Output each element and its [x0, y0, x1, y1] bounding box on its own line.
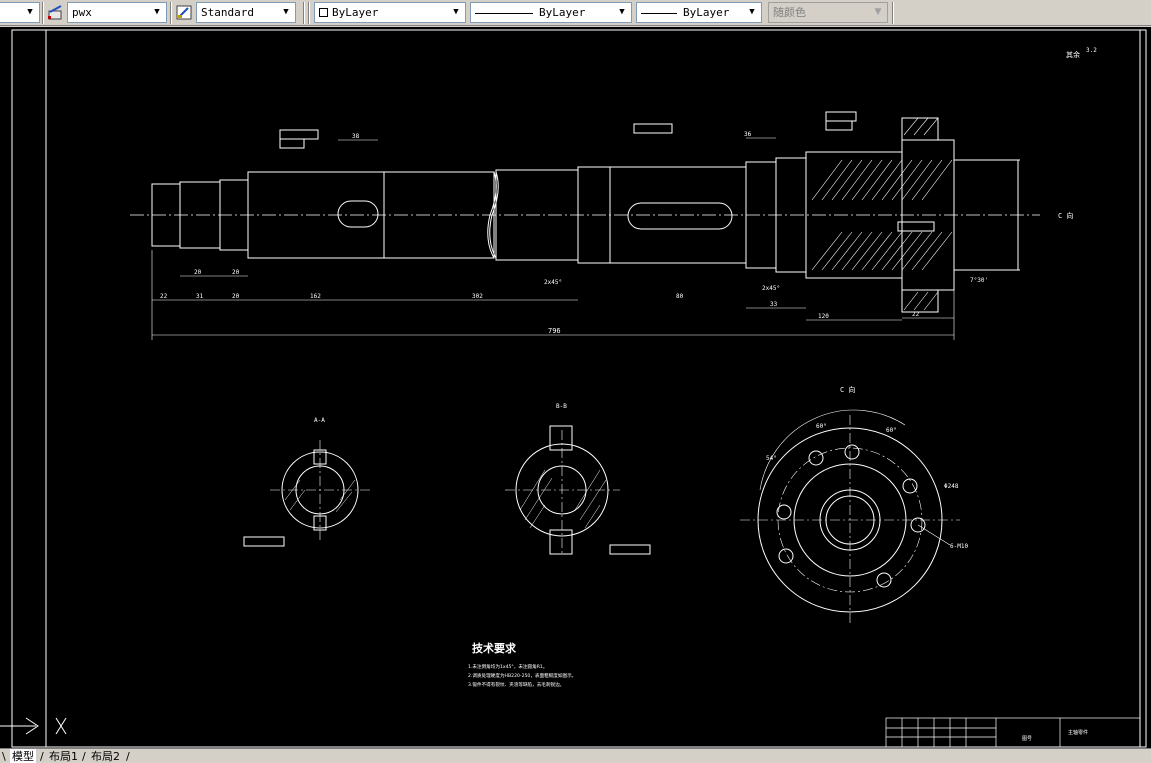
dim-6-holes: 6-M10 [950, 543, 968, 550]
toolbar-separator [308, 2, 310, 24]
layout-tab-bar: \ 模型 / 布局1 / 布局2 / [0, 748, 1151, 763]
linetype-preview [475, 12, 533, 14]
plotstyle-value: 随颜色 [773, 6, 806, 19]
section-a-a [243, 440, 370, 547]
layer-value: pwx [72, 6, 92, 19]
dim-angle-60-b: 60° [886, 427, 897, 434]
tab-layout2[interactable]: 布局2 [89, 749, 122, 763]
dim-20-b: 20 [194, 269, 202, 276]
tab-model[interactable]: 模型 [10, 749, 36, 763]
dim-302: 302 [472, 293, 483, 300]
dim-angle-7-30: 7°30' [970, 277, 988, 284]
ucs-icon [0, 717, 67, 735]
toolbar-separator [42, 2, 44, 24]
tab-divider: / [82, 750, 86, 763]
linetype-combo[interactable]: ByLayer ▼ [470, 2, 632, 23]
view-c-label: C 向 [840, 385, 855, 394]
lineweight-preview [641, 12, 677, 14]
dim-angle-54: 54° [766, 455, 777, 462]
chevron-down-icon: ▼ [619, 7, 625, 17]
chevron-down-icon: ▼ [283, 7, 289, 17]
tech-note-2: 2.调质处理硬度为HB220-250，表面粗糙度如图示。 [468, 672, 576, 679]
tab-divider: / [40, 750, 44, 763]
dim-22-b: 22 [912, 311, 920, 318]
tech-note-1: 1.未注倒角均为1x45°，未注圆角R1。 [468, 663, 547, 670]
dim-20-c: 20 [232, 269, 240, 276]
title-block-part-name: 主轴零件 [1068, 729, 1088, 736]
dim-120: 120 [818, 313, 829, 320]
roughness-label: 其余 [1066, 50, 1080, 59]
toolbar-separator [892, 2, 894, 24]
dimension-lines [151, 137, 955, 340]
shaft-main-view [130, 117, 1040, 313]
lineweight-combo[interactable]: ByLayer ▼ [636, 2, 762, 23]
toolbar-separator [170, 2, 172, 24]
previous-combo[interactable]: ▼ [0, 2, 40, 23]
drawing-frame [45, 29, 1141, 748]
text-style-value: Standard [201, 6, 254, 19]
dim-2x45: 2x45° [544, 279, 562, 286]
layer-manager-icon[interactable] [46, 3, 65, 22]
drawing-border [11, 29, 1147, 748]
chevron-down-icon: ▼ [749, 7, 755, 17]
dim-80: 80 [676, 293, 684, 300]
linetype-value: ByLayer [539, 6, 586, 19]
section-b-label-top: B-B [556, 403, 567, 410]
tab-layout1[interactable]: 布局1 [47, 749, 80, 763]
layer-combo[interactable]: pwx ▼ [67, 2, 167, 23]
section-b-b [505, 425, 651, 555]
dim-36: 36 [744, 131, 752, 138]
tab-divider: / [126, 750, 130, 763]
chevron-down-icon: ▼ [453, 7, 459, 17]
chevron-down-icon: ▼ [154, 7, 160, 17]
tab-nav-icon[interactable]: \ [2, 749, 6, 763]
properties-toolbar: ▼ pwx ▼ Standard ▼ ByLayer ▼ ByLayer ▼ B… [0, 0, 1151, 26]
text-style-combo[interactable]: Standard ▼ [196, 2, 296, 23]
dim-22: 22 [160, 293, 168, 300]
lineweight-value: ByLayer [683, 6, 730, 19]
view-c-flange [740, 409, 960, 625]
drawing-canvas[interactable]: 其余 3.2 C 向 796 22 31 20 20 20 162 302 38… [0, 27, 1151, 748]
total-length-dim: 796 [548, 327, 561, 335]
title-block [885, 717, 1141, 748]
tech-note-3: 3.锻件不得有裂纹、夹渣等缺陷，去毛刺锐边。 [468, 681, 564, 688]
dim-angle-60-a: 60° [816, 423, 827, 430]
chevron-down-icon: ▼ [27, 7, 33, 17]
cad-drawing: 其余 3.2 C 向 796 22 31 20 20 20 162 302 38… [0, 29, 1147, 748]
view-c-arrow-label: C 向 [1058, 211, 1073, 220]
dim-31: 31 [196, 293, 204, 300]
text-style-icon[interactable] [175, 3, 194, 22]
tech-requirements-title: 技术要求 [472, 641, 517, 655]
roughness-value: 3.2 [1086, 47, 1097, 54]
color-swatch-icon [319, 8, 328, 17]
dim-33: 33 [770, 301, 778, 308]
dim-162: 162 [310, 293, 321, 300]
color-value: ByLayer [332, 6, 379, 19]
plotstyle-combo: 随颜色 ▼ [768, 2, 888, 23]
dim-2x45-b: 2x45° [762, 285, 780, 292]
dim-phi-248: Φ248 [944, 483, 959, 490]
toolbar-separator [303, 2, 305, 24]
section-a-label-top: A-A [314, 417, 325, 424]
dim-38: 38 [352, 133, 360, 140]
title-block-drawing-no: 图号 [1022, 736, 1032, 742]
chevron-down-icon: ▼ [874, 7, 882, 17]
dim-20-a: 20 [232, 293, 240, 300]
color-combo[interactable]: ByLayer ▼ [314, 2, 466, 23]
